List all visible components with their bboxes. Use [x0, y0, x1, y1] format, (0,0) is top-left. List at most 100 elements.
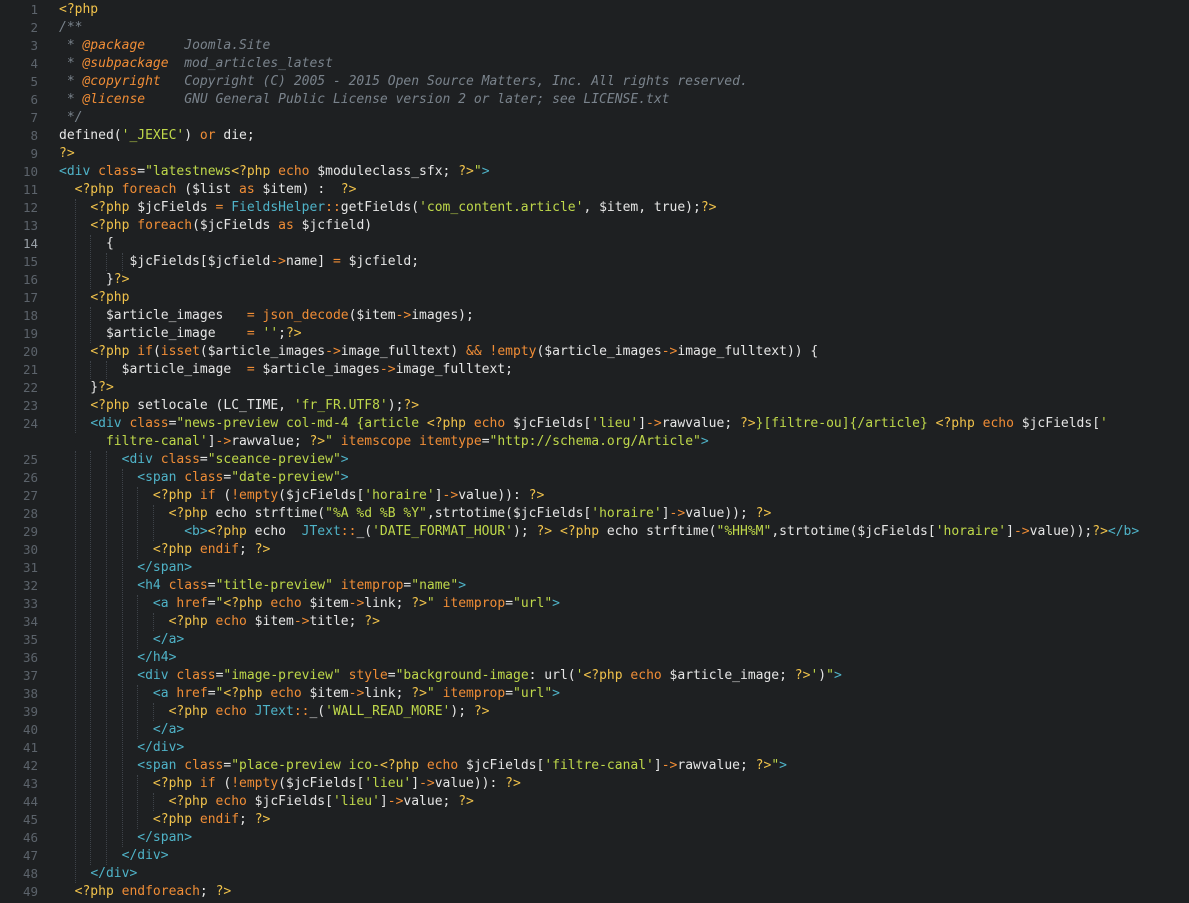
code-token: ]: [1006, 524, 1014, 539]
code-token: *: [59, 56, 83, 71]
line-number: 15: [22, 254, 38, 269]
code-line[interactable]: <div class="sceance-preview">: [59, 451, 1189, 469]
code-line[interactable]: </span>: [59, 829, 1189, 847]
code-line[interactable]: <?php echo JText::_('WALL_READ_MORE'); ?…: [59, 703, 1189, 721]
code-token: =: [332, 254, 341, 269]
line-number: 13: [22, 218, 38, 233]
indent-guide: [153, 793, 154, 811]
code-token: class: [184, 470, 224, 485]
code-line[interactable]: <?php echo $item->title; ?>: [59, 613, 1189, 631]
code-line[interactable]: </span>: [59, 559, 1189, 577]
code-line[interactable]: <b><?php echo JText::_('DATE_FORMAT_HOUR…: [59, 523, 1189, 541]
code-token: ?>: [411, 686, 427, 701]
code-token: images);: [411, 308, 474, 323]
code-line[interactable]: $jcFields[$jcfield->name] = $jcfield;: [59, 253, 1189, 271]
code-line[interactable]: <a href="<?php echo $item->link; ?>" ite…: [59, 685, 1189, 703]
code-line[interactable]: <?php if(isset($article_images->image_fu…: [59, 343, 1189, 361]
line-number: 34: [22, 614, 38, 629]
code-token: ?>: [794, 668, 811, 683]
indent-guide: [137, 487, 138, 559]
code-line[interactable]: * @subpackage mod_articles_latest: [59, 55, 1189, 73]
code-line[interactable]: <?php foreach($jcFields as $jcfield): [59, 217, 1189, 235]
code-line[interactable]: <?php if (!empty($jcFields['horaire']->v…: [59, 487, 1189, 505]
code-token: '_JEXEC': [121, 128, 185, 143]
code-token: =: [387, 668, 396, 683]
code-token: </a>: [152, 722, 185, 737]
code-line[interactable]: ?>: [59, 145, 1189, 163]
code-line[interactable]: * @package Joomla.Site: [59, 37, 1189, 55]
line-number: 48: [22, 866, 38, 881]
code-token: Joomla.Site: [145, 38, 271, 53]
code-token: @subpackage: [82, 56, 169, 71]
code-line[interactable]: $article_image = '';?>: [59, 325, 1189, 343]
code-line[interactable]: <div class="image-preview" style="backgr…: [59, 667, 1189, 685]
code-line[interactable]: }?>: [59, 379, 1189, 397]
code-line[interactable]: <div class="latestnews<?php echo $module…: [59, 163, 1189, 181]
code-token: ": [771, 758, 780, 773]
code-token: ($jcFields: [192, 218, 279, 233]
code-line[interactable]: </div>: [59, 847, 1189, 865]
code-line[interactable]: </h4>: [59, 649, 1189, 667]
code-token: ?>: [458, 164, 474, 179]
code-token: rawvalue;: [677, 758, 756, 773]
line-number: 12: [22, 200, 38, 215]
code-token: <?php: [90, 290, 130, 305]
code-token: $article_images: [254, 362, 380, 377]
code-line[interactable]: <?php foreach ($list as $item) : ?>: [59, 181, 1189, 199]
line-number: 27: [22, 488, 38, 503]
code-token: ->: [419, 776, 435, 791]
code-editor[interactable]: 1 2 3 4 5 6 7 8 9 10 11 12 13 14 15 16 17 18 19 20 21 22 23 24 2…: [0, 0, 1189, 903]
code-token: =: [246, 362, 255, 377]
code-line[interactable]: <h4 class="title-preview" itemprop="name…: [59, 577, 1189, 595]
code-line[interactable]: <?php: [59, 289, 1189, 307]
code-token: ->: [215, 434, 232, 449]
code-line[interactable]: /**: [59, 19, 1189, 37]
code-line[interactable]: $article_image = $article_images->image_…: [59, 361, 1189, 379]
code-line[interactable]: <div class="news-preview col-md-4 {artic…: [59, 415, 1189, 433]
code-line[interactable]: </a>: [59, 721, 1189, 739]
code-line[interactable]: <span class="date-preview">: [59, 469, 1189, 487]
code-line[interactable]: <?php $jcFields = FieldsHelper::getField…: [59, 199, 1189, 217]
code-token: );: [450, 704, 474, 719]
code-token: </a>: [152, 632, 185, 647]
code-line[interactable]: filtre-canal']->rawvalue; ?>" itemscope …: [59, 433, 1189, 451]
code-line[interactable]: * @license GNU General Public License ve…: [59, 91, 1189, 109]
code-line[interactable]: <?php if (!empty($jcFields['lieu']->valu…: [59, 775, 1189, 793]
line-number: 14: [22, 236, 38, 251]
code-token: <?php: [223, 686, 263, 701]
code-line[interactable]: <?php setlocale (LC_TIME, 'fr_FR.UTF8');…: [59, 397, 1189, 415]
code-token: >: [833, 668, 842, 683]
code-token: ?>: [1092, 524, 1108, 539]
code-token: $article_images: [59, 308, 247, 323]
code-line[interactable]: <?php echo strftime("%A %d %B %Y",strtot…: [59, 505, 1189, 523]
code-token: ;: [278, 326, 286, 341]
code-line[interactable]: {: [59, 235, 1189, 253]
code-line[interactable]: </div>: [59, 739, 1189, 757]
code-line[interactable]: <?php endif; ?>: [59, 811, 1189, 829]
code-line[interactable]: </a>: [59, 631, 1189, 649]
code-line[interactable]: <a href="<?php echo $item->link; ?>" ite…: [59, 595, 1189, 613]
code-token: href: [176, 596, 208, 611]
code-line[interactable]: <?php: [59, 1, 1189, 19]
indent-guide: [90, 451, 91, 865]
code-token: "place-preview ico-: [231, 758, 380, 773]
code-line[interactable]: <?php echo $jcFields['lieu']->value; ?>: [59, 793, 1189, 811]
code-token: : url(: [528, 668, 576, 683]
code-token: itemprop: [442, 686, 506, 701]
code-line[interactable]: }?>: [59, 271, 1189, 289]
code-line[interactable]: <?php endforeach; ?>: [59, 883, 1189, 901]
code-token: echo: [426, 758, 459, 773]
code-line[interactable]: <span class="place-preview ico-<?php ech…: [59, 757, 1189, 775]
code-line[interactable]: <?php endif; ?>: [59, 541, 1189, 559]
code-line[interactable]: defined('_JEXEC') or die;: [59, 127, 1189, 145]
code-line[interactable]: $article_images = json_decode($item->ima…: [59, 307, 1189, 325]
code-line[interactable]: */: [59, 109, 1189, 127]
code-line[interactable]: * @copyright Copyright (C) 2005 - 2015 O…: [59, 73, 1189, 91]
indent-guide: [137, 595, 138, 649]
code-area[interactable]: <?php /** * @package Joomla.Site * @subpa…: [59, 0, 1189, 903]
code-line[interactable]: </div>: [59, 865, 1189, 883]
code-token: 'lieu': [364, 776, 412, 791]
